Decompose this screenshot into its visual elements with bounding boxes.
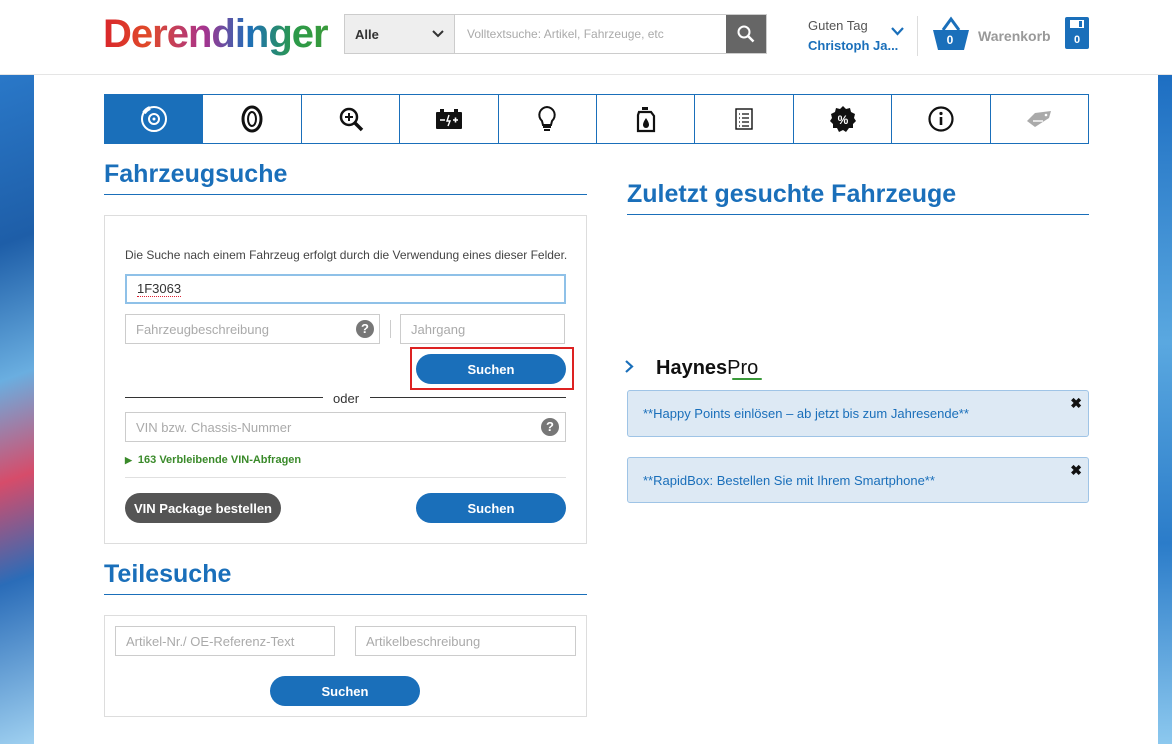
recent-vehicles-divider (627, 214, 1089, 215)
haynespro-logo-pro: Pro (727, 357, 759, 379)
notice-happy-points: **Happy Points einlösen – ab jetzt bis z… (627, 390, 1089, 437)
parts-search-divider (104, 594, 587, 595)
oil-can-icon (636, 107, 655, 133)
user-menu-chevron-icon[interactable] (891, 27, 904, 36)
notice-text: **Happy Points einlösen – ab jetzt bis z… (643, 406, 969, 421)
left-background-image (0, 75, 34, 744)
tab-brakes[interactable] (105, 95, 204, 143)
header: Derendinger Alle Guten Tag Christoph Ja.… (0, 0, 1172, 75)
haynespro-underline (732, 378, 762, 380)
help-icon[interactable]: ? (356, 320, 374, 338)
saved-count-badge: 0 (1073, 34, 1081, 46)
bulb-icon (538, 105, 557, 131)
article-number-field[interactable]: Artikel-Nr./ OE-Referenz-Text (115, 626, 335, 656)
search-category-select[interactable]: Alle (345, 15, 455, 53)
close-icon[interactable]: ✖ (1070, 462, 1082, 479)
vin-field[interactable]: VIN bzw. Chassis-Nummer (125, 412, 566, 442)
vin-help-icon[interactable]: ? (541, 418, 559, 436)
close-icon[interactable]: ✖ (1070, 395, 1082, 412)
vin-search-button[interactable]: Suchen (416, 493, 566, 523)
parts-search-title: Teilesuche (104, 560, 232, 588)
tab-promotions[interactable]: % (793, 95, 893, 143)
tire-icon (241, 105, 263, 133)
recent-vehicles-title: Zuletzt gesuchte Fahrzeuge (627, 180, 957, 208)
vehicle-search-hint: Die Suche nach einem Fahrzeug erfolgt du… (125, 248, 568, 262)
article-description-field[interactable]: Artikelbeschreibung (355, 626, 576, 656)
vin-package-button[interactable]: VIN Package bestellen (125, 493, 281, 523)
discount-badge-icon: % (829, 106, 856, 132)
chevron-down-icon (432, 30, 444, 38)
notice-rapidbox: **RapidBox: Bestellen Sie mit Ihrem Smar… (627, 457, 1089, 503)
brake-disc-icon (140, 106, 167, 132)
year-placeholder: Jahrgang (411, 321, 466, 337)
tab-lighting[interactable] (498, 95, 598, 143)
tab-offers[interactable] (990, 95, 1089, 143)
year-field[interactable]: Jahrgang (400, 314, 565, 344)
tab-batteries[interactable] (400, 95, 499, 143)
vehicle-search-title: Fahrzeugsuche (104, 160, 288, 188)
tab-oil[interactable] (597, 95, 696, 143)
vehicle-code-value: 1F3063 (137, 281, 182, 297)
or-divider-right (370, 397, 566, 398)
tab-tires[interactable] (203, 95, 302, 143)
vin-remaining-link[interactable]: ▶ 163 Verbleibende VIN-Abfragen (125, 454, 301, 466)
svg-text:%: % (837, 113, 848, 127)
logo[interactable]: Derendinger (103, 12, 329, 57)
notice-text: **RapidBox: Bestellen Sie mit Ihrem Smar… (643, 473, 935, 488)
article-description-placeholder: Artikelbeschreibung (366, 633, 481, 649)
greeting-text: Guten Tag (808, 18, 868, 33)
field-separator (390, 320, 391, 338)
or-divider-left (125, 397, 323, 398)
panel-divider (125, 477, 566, 478)
cart-count-badge: 0 (946, 33, 954, 47)
triangle-right-icon: ▶ (125, 455, 132, 465)
vin-remaining-text: 163 Verbleibende VIN-Abfragen (137, 454, 302, 466)
document-list-icon (735, 108, 753, 130)
article-number-placeholder: Artikel-Nr./ OE-Referenz-Text (126, 633, 295, 649)
tab-info[interactable] (892, 95, 991, 143)
haynespro-logo-main: Haynes (656, 357, 728, 379)
search-bar: Alle (344, 14, 767, 54)
parts-search-button[interactable]: Suchen (270, 676, 420, 706)
search-icon (737, 25, 755, 43)
vehicle-code-field[interactable]: 1F3063 (125, 274, 566, 304)
highlight-box (410, 347, 574, 390)
tag-icon (1027, 111, 1052, 127)
zoom-search-icon (339, 107, 363, 132)
user-name[interactable]: Christoph Ja... (808, 38, 898, 53)
tab-search-parts[interactable] (301, 95, 401, 143)
or-label: oder (333, 391, 360, 406)
search-category-label: Alle (355, 26, 379, 42)
right-background-image (1158, 75, 1172, 744)
header-divider (917, 16, 918, 56)
search-input[interactable] (455, 15, 726, 53)
vehicle-description-field[interactable]: Fahrzeugbeschreibung (125, 314, 380, 344)
tab-documents[interactable] (695, 95, 794, 143)
category-tabs: % (104, 94, 1089, 144)
cart-label[interactable]: Warenkorb (978, 28, 1051, 44)
battery-icon (435, 109, 462, 129)
search-button[interactable] (726, 15, 766, 53)
vin-placeholder: VIN bzw. Chassis-Nummer (136, 419, 292, 435)
info-icon (928, 106, 954, 132)
chevron-right-icon[interactable] (625, 360, 634, 373)
vehicle-search-divider (104, 194, 587, 195)
vehicle-description-placeholder: Fahrzeugbeschreibung (136, 321, 269, 337)
haynespro-link[interactable]: HaynesPro (656, 357, 758, 380)
